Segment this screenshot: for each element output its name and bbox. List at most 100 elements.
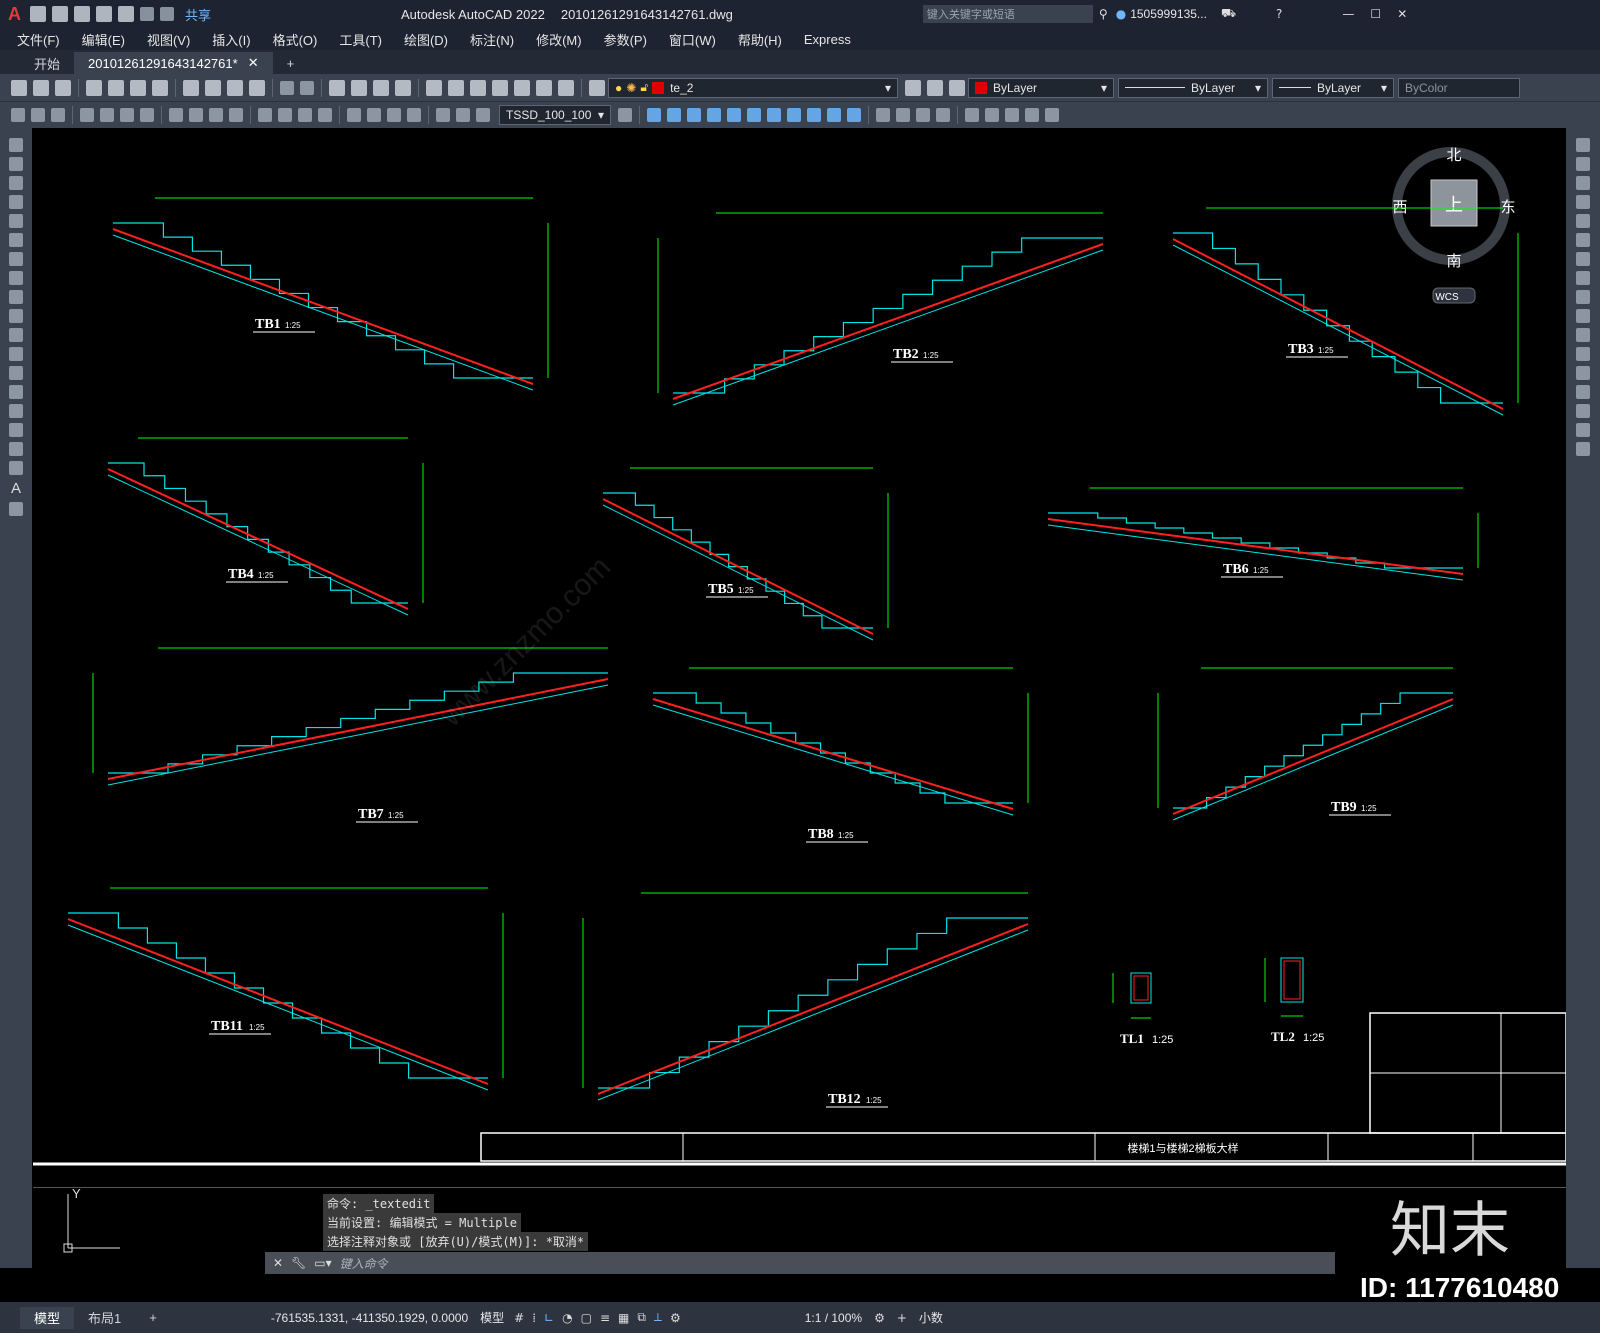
osnap-icon[interactable]: ▢ [581,1311,592,1325]
modify-icon[interactable] [847,108,861,122]
polygon-icon[interactable] [9,195,23,209]
make-block-icon[interactable] [9,366,23,380]
calculator-icon[interactable] [536,79,552,96]
layer-properties-icon[interactable] [589,79,605,96]
annotation-visibility-icon[interactable]: ⟂ [654,1310,662,1325]
layer-dropdown[interactable]: ● ✺ 🔓︎ te_2 ▾ [608,77,898,98]
offset-icon[interactable] [1576,195,1590,209]
rectangle-icon[interactable] [9,214,23,228]
tab-close-icon[interactable]: ✕ [248,55,259,71]
paste-icon[interactable] [227,79,243,96]
qat-undo-icon[interactable] [140,7,154,21]
stair-drawing[interactable]: TB9 1:25 [1157,667,1454,821]
zoom-realtime-icon[interactable] [351,79,367,96]
baseline-icon[interactable] [278,108,292,122]
search-icon[interactable]: ⚲ [1099,7,1108,21]
arc-icon[interactable] [9,233,23,247]
extend-icon[interactable] [1576,328,1590,342]
menu-window[interactable]: 窗口(W) [669,30,716,49]
chamfer-icon[interactable] [1576,385,1590,399]
menu-format[interactable]: 格式(O) [273,30,318,49]
print-icon[interactable] [86,79,102,96]
qat-saveas-icon[interactable] [96,6,112,22]
dimstyle-icon[interactable] [618,108,632,122]
solid-icon[interactable] [1025,108,1039,122]
modify-icon[interactable] [827,108,841,122]
publish-icon[interactable] [130,79,146,96]
stair-drawing[interactable]: TB12 1:25 [582,892,1029,1108]
menu-dimension[interactable]: 标注(N) [470,30,514,49]
stair-drawing[interactable]: TB11 1:25 [67,887,504,1091]
insert-block-icon[interactable] [9,347,23,361]
drawing-canvas[interactable]: 上 北 南 东 西 WCS TB1 1:25 TB2 1:25 TB3 1:25 TB4 1:… [33,128,1566,1187]
autocad-logo[interactable]: A [8,4,21,25]
trim-icon[interactable] [1576,309,1590,323]
rotate-icon[interactable] [1576,252,1590,266]
command-recent-icon[interactable]: ▭▾ [314,1256,331,1270]
point-icon[interactable] [9,385,23,399]
dim-update-icon[interactable] [476,108,490,122]
annotation-scale[interactable]: 1:1 / 100% [805,1311,862,1325]
lineweight-icon[interactable]: ≡ [600,1311,610,1325]
cut-icon[interactable] [183,79,199,96]
save-icon[interactable] [55,79,71,96]
modify-icon[interactable] [647,108,661,122]
modify-icon[interactable] [687,108,701,122]
stair-drawing[interactable]: TB2 1:25 [657,212,1104,406]
menu-help[interactable]: 帮助(H) [738,30,782,49]
viewcube[interactable]: 上 北 南 东 西 WCS [1392,147,1516,304]
dim-radius-icon[interactable] [169,108,183,122]
qat-save-icon[interactable] [74,6,90,22]
stair-drawing[interactable]: TB7 1:25 [92,647,609,823]
stair-drawing[interactable]: TB3 1:25 [1172,207,1519,416]
share-button[interactable]: 共享 [185,5,211,24]
modify-icon[interactable] [707,108,721,122]
tab-start[interactable]: 开始 [20,52,74,74]
qat-redo-icon[interactable] [160,7,174,21]
menu-draw[interactable]: 绘图(D) [404,30,448,49]
viewcube-south[interactable]: 南 [1446,253,1461,270]
modify-icon[interactable] [747,108,761,122]
solid-icon[interactable] [876,108,890,122]
coordinates-readout[interactable]: -761535.1331, -411350.1929, 0.0000 [271,1311,468,1325]
units-display[interactable]: 小数 [919,1309,943,1326]
solid-icon[interactable] [1045,108,1059,122]
copy-icon[interactable] [205,79,221,96]
cad-drawing[interactable]: 上 北 南 东 西 WCS TB1 1:25 TB2 1:25 TB3 1:25 TB4 1:… [33,128,1566,1187]
polar-icon[interactable]: ◔ [562,1311,572,1325]
mtext-icon[interactable]: A [11,480,21,497]
modify-icon[interactable] [767,108,781,122]
menu-parametric[interactable]: 参数(P) [604,30,647,49]
array-icon[interactable] [1576,214,1590,228]
gradient-icon[interactable] [9,423,23,437]
model-space-toggle[interactable]: 模型 [480,1309,504,1326]
modify-icon[interactable] [727,108,741,122]
match-icon[interactable] [249,79,265,96]
menu-insert[interactable]: 插入(I) [212,30,250,49]
close-icon[interactable]: ✕ [273,1256,283,1270]
stair-drawing[interactable]: TB5 1:25 [602,467,889,641]
ellipse-arc-icon[interactable] [9,328,23,342]
ortho-icon[interactable]: ∟ [544,1311,554,1325]
cart-icon[interactable]: ⛟ [1221,6,1236,22]
linetype-dropdown[interactable]: ByLayer ▾ [1118,77,1268,98]
dim-aligned-icon[interactable] [100,108,114,122]
line-icon[interactable] [9,138,23,152]
layer-on-icon[interactable]: ● [615,81,622,95]
undo-icon[interactable] [280,80,294,95]
zoom-window-icon[interactable] [373,79,389,96]
blend-icon[interactable] [1576,423,1590,437]
minimize-button[interactable]: — [1342,7,1354,21]
properties-icon[interactable] [426,79,442,96]
dim-arc-icon[interactable] [120,108,134,122]
fillet-icon[interactable] [1576,404,1590,418]
new-icon[interactable] [11,79,27,96]
redo-icon[interactable] [300,80,314,95]
wcs-label[interactable]: WCS [1435,292,1459,303]
command-input-bar[interactable]: ✕ 🔧︎ ▭▾ 键入命令 [265,1252,1335,1274]
help-icon[interactable] [558,79,574,96]
zoom-previous-icon[interactable] [395,79,411,96]
explode-icon[interactable] [1576,442,1590,456]
dim-jogged-icon[interactable] [189,108,203,122]
tool-icon[interactable] [51,108,65,122]
